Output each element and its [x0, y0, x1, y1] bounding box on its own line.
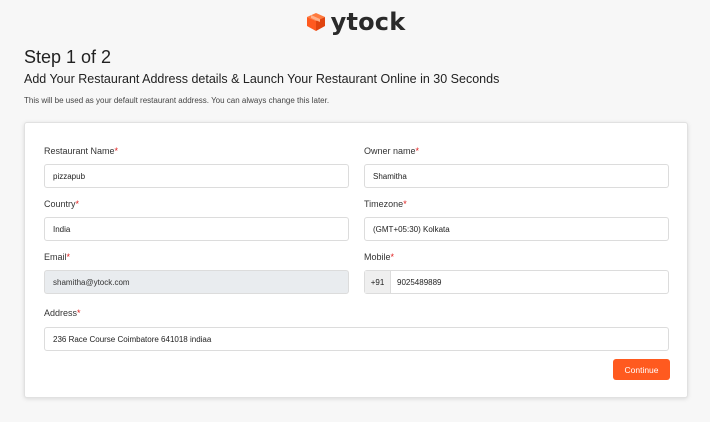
owner-name-input[interactable]: Shamitha [364, 164, 669, 188]
cube-logo-icon [306, 13, 325, 31]
brand-name: ytock [330, 8, 406, 36]
page-subtitle: Add Your Restaurant Address details & La… [24, 72, 500, 86]
step-title: Step 1 of 2 [24, 47, 112, 67]
helper-text: This will be used as your default restau… [24, 96, 330, 105]
country-select[interactable]: India [44, 217, 349, 241]
mobile-input[interactable]: 9025489889 [391, 271, 668, 293]
mobile-label: Mobile* [364, 252, 395, 262]
restaurant-name-input[interactable]: pizzapub [44, 164, 349, 188]
email-label: Email* [44, 252, 71, 262]
country-label: Country* [44, 199, 80, 209]
address-label: Address* [44, 308, 81, 318]
timezone-select[interactable]: (GMT+05:30) Kolkata [364, 217, 669, 241]
continue-button[interactable]: Continue [613, 359, 670, 380]
email-field: shamitha@ytock.com [44, 270, 349, 294]
address-input[interactable]: 236 Race Course Coimbatore 641018 indiaa [44, 327, 669, 351]
mobile-field: +91 9025489889 [364, 270, 669, 294]
timezone-label: Timezone* [364, 199, 407, 209]
country-code-prefix: +91 [365, 271, 391, 293]
brand-logo: ytock [0, 8, 710, 36]
restaurant-name-label: Restaurant Name* [44, 146, 119, 156]
owner-name-label: Owner name* [364, 146, 420, 156]
address-form-card: Restaurant Name* pizzapub Owner name* Sh… [24, 122, 688, 398]
